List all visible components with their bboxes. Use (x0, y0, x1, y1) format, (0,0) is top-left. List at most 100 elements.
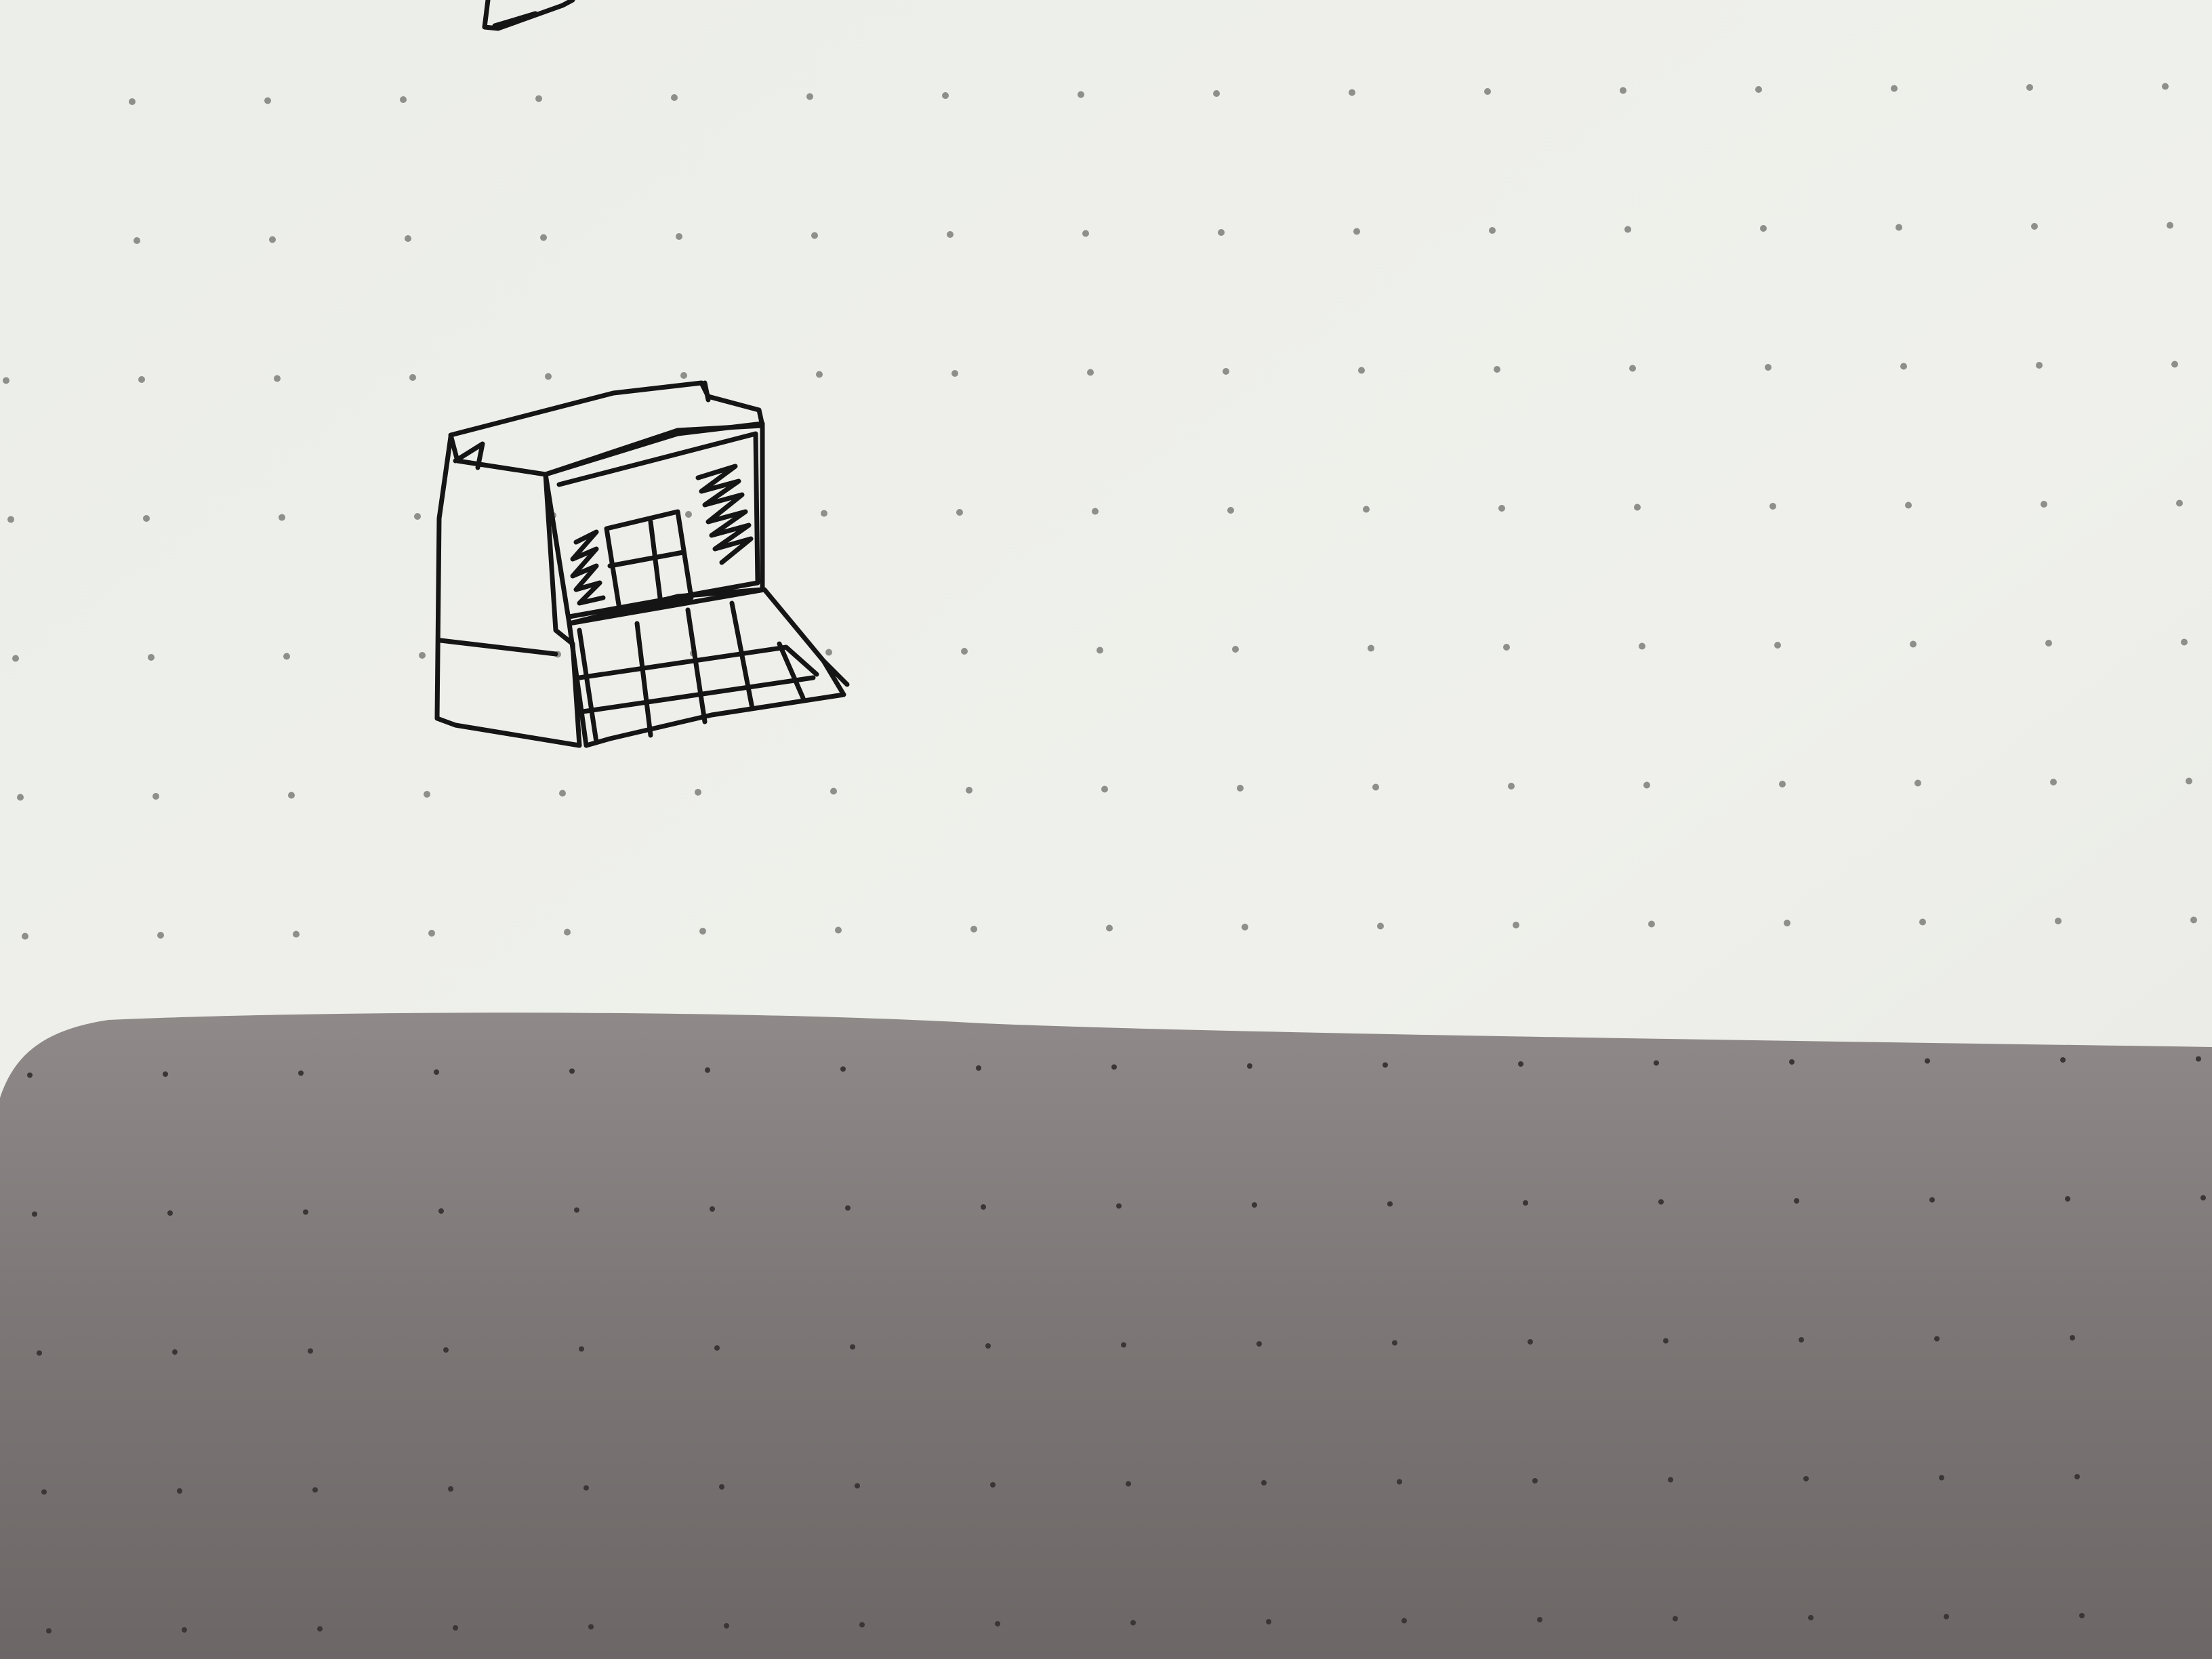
grid-dot (1668, 1477, 1673, 1483)
grid-dot (825, 649, 832, 656)
grid-dot (976, 1065, 981, 1071)
grid-dot (1654, 1060, 1659, 1066)
grid-dot (855, 1483, 860, 1489)
grid-dot (32, 1211, 37, 1217)
grid-dot (1116, 1203, 1122, 1209)
grid-dot (714, 1345, 720, 1351)
grid-dot (269, 236, 276, 243)
grid-dot (2176, 499, 2183, 507)
grid-dot (279, 514, 285, 521)
grid-dot (835, 926, 842, 934)
grid-dot (1232, 646, 1239, 653)
grid-dot (990, 1482, 996, 1488)
grid-dot (419, 652, 426, 659)
grid-dot (1213, 90, 1220, 97)
grid-dot (1363, 506, 1370, 513)
grid-dot (27, 1072, 33, 1078)
grid-dot (564, 928, 571, 936)
grid-dot (453, 1625, 458, 1631)
grid-dot (1484, 88, 1491, 95)
grid-dot (2186, 777, 2192, 785)
grid-dot (1242, 924, 1248, 930)
grid-dot (1808, 1615, 1814, 1620)
grid-dot (1914, 779, 1921, 787)
grid-dot (1929, 1197, 1935, 1203)
grid-dot (1794, 1198, 1799, 1204)
grid-dot (1663, 1338, 1668, 1344)
grid-dot (1503, 644, 1510, 651)
grid-dot (2050, 779, 2057, 785)
grid-dot (569, 1068, 575, 1074)
grid-dot (1910, 640, 1917, 648)
grid-dot (1101, 785, 1108, 793)
grid-dot (840, 1066, 846, 1072)
grid-dot (1673, 1616, 1678, 1622)
grid-dot (37, 1350, 42, 1356)
grid-dot (1891, 85, 1898, 92)
grid-dot (2200, 1195, 2206, 1201)
grid-dot (1629, 365, 1636, 372)
grid-dot (2070, 1335, 2075, 1340)
grid-dot (1397, 1479, 1402, 1485)
grid-dot (134, 237, 140, 244)
grid-dot (1919, 918, 1926, 926)
grid-dot (308, 1348, 313, 1354)
grid-dot (1925, 1058, 1930, 1064)
grid-dot (1218, 229, 1225, 236)
grid-dot (1358, 367, 1365, 374)
grid-dot (298, 1070, 304, 1076)
grid-dot (1620, 87, 1626, 94)
grid-dot (583, 1485, 589, 1491)
grid-dot (705, 1067, 710, 1073)
grid-dot (1349, 89, 1355, 96)
grid-dot (724, 1623, 729, 1629)
grid-dot (850, 1344, 855, 1350)
grid-dot (1648, 920, 1655, 928)
grid-dot (2196, 1056, 2201, 1062)
grid-dot (157, 932, 164, 939)
grid-dot (811, 232, 818, 239)
grid-dot (2167, 222, 2173, 229)
grid-dot (428, 930, 435, 937)
grid-dot (2079, 1613, 2085, 1618)
grid-dot (1401, 1618, 1407, 1624)
grid-dot (2041, 501, 2047, 508)
grid-dot (1508, 783, 1515, 790)
grid-dot (710, 1206, 715, 1212)
grid-dot (7, 516, 14, 523)
grid-dot (1784, 920, 1790, 926)
grid-dot (1082, 230, 1089, 237)
grid-dot (1121, 1342, 1126, 1348)
grid-dot (424, 791, 430, 798)
grid-dot (443, 1347, 449, 1353)
grid-dot (1624, 226, 1631, 233)
grid-dot (680, 372, 687, 379)
grid-dot (182, 1627, 187, 1633)
grid-dot (1900, 363, 1907, 370)
grid-dot (2036, 362, 2043, 369)
grid-dot (143, 515, 150, 522)
grid-dot (1639, 642, 1645, 650)
grid-dot (579, 1346, 584, 1352)
grid-dot (1528, 1339, 1533, 1345)
grid-dot (1523, 1200, 1528, 1206)
grid-dot (1769, 503, 1776, 510)
grid-dot (167, 1210, 173, 1216)
grid-dot (409, 374, 416, 381)
grid-dot (806, 93, 813, 100)
grid-dot (1896, 224, 1902, 231)
grid-dot (1078, 91, 1084, 98)
grid-dot (1944, 1614, 1949, 1620)
grid-dot (2171, 361, 2178, 368)
grid-dot (405, 235, 411, 242)
grid-dot (1111, 1064, 1117, 1070)
grid-dot (1532, 1478, 1538, 1483)
grid-dot (830, 787, 837, 795)
grid-dot (1905, 501, 1912, 509)
grid-dot (540, 234, 547, 241)
grid-dot (1789, 1059, 1795, 1065)
grid-dot (1252, 1202, 1257, 1208)
grid-dot (22, 933, 28, 940)
grid-dot (1643, 781, 1650, 789)
grid-dot (172, 1349, 178, 1355)
